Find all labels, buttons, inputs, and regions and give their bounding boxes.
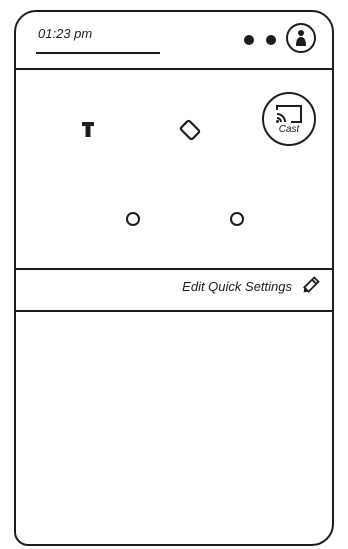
empty-tile-icon <box>126 212 140 226</box>
tile-auto-rotate[interactable] <box>170 110 210 150</box>
status-time: 01:23 pm <box>38 26 93 41</box>
edit-quick-settings-button[interactable]: Edit Quick Settings <box>182 276 320 296</box>
phone-frame: 01:23 pm Cast Edit Quick Settings <box>14 10 334 546</box>
cast-icon <box>276 104 302 123</box>
tile-cast[interactable]: Cast <box>262 92 316 146</box>
time-underline <box>36 52 160 54</box>
flashlight-icon <box>82 122 94 137</box>
status-bar: 01:23 pm <box>16 12 332 70</box>
tile-empty[interactable] <box>120 206 146 232</box>
account-icon[interactable] <box>286 23 316 53</box>
dot-icon <box>266 35 276 45</box>
empty-tile-icon <box>230 212 244 226</box>
rotate-icon <box>179 119 201 141</box>
tile-flashlight[interactable] <box>68 110 108 150</box>
edit-bar: Edit Quick Settings <box>16 268 332 312</box>
dot-icon <box>244 35 254 45</box>
pencil-icon <box>303 276 320 293</box>
cast-label: Cast <box>278 123 300 135</box>
tile-empty[interactable] <box>224 206 250 232</box>
edit-quick-settings-label: Edit Quick Settings <box>182 278 292 294</box>
